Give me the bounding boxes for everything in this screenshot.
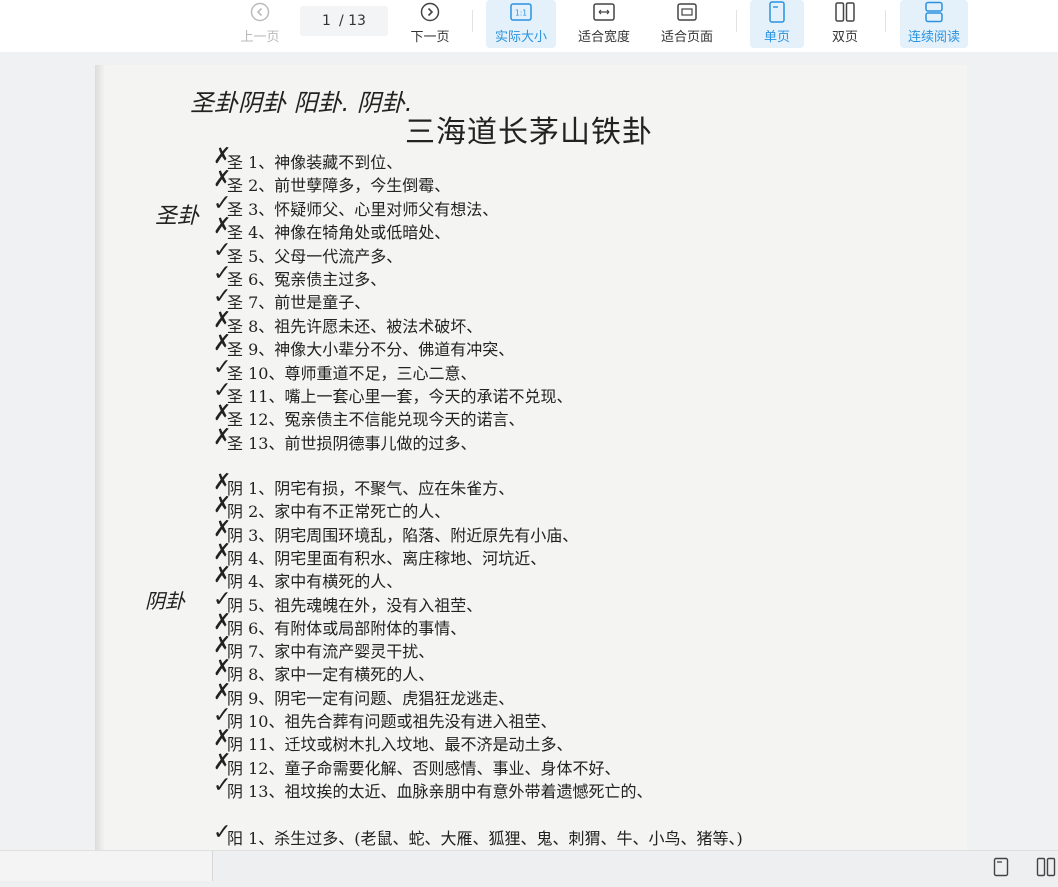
list-item-text: 阴 12、童子命需要化解、否则感情、事业、身体不好、: [227, 758, 621, 778]
list-item-text: 圣 6、冤亲债主过多、: [227, 270, 387, 289]
list-item-text: 阴 10、祖先合葬有问题或祖先没有进入祖茔、: [227, 712, 557, 731]
list-item-text: 圣 10、尊师重道不足，三心二意、: [227, 363, 477, 383]
page-indicator[interactable]: 1 / 13: [300, 6, 388, 36]
fit-width-button[interactable]: 适合宽度: [570, 0, 638, 48]
prev-page-label: 上一页: [240, 30, 280, 45]
page-total: / 13: [338, 13, 366, 29]
continuous-read-button[interactable]: 连续阅读: [900, 0, 968, 48]
document-title: 三海道长茅山铁卦: [405, 115, 653, 150]
list-item-text: 阴 4、阴宅里面有积水、离庄稼地、河坑近、: [227, 548, 547, 568]
single-page-label: 单页: [763, 30, 790, 45]
double-page-view-icon[interactable]: [1036, 857, 1056, 877]
bottom-left-panel: [0, 851, 213, 881]
fit-width-icon: [593, 1, 615, 23]
next-page-button[interactable]: 下一页: [406, 0, 454, 48]
list-item-text: 圣 4、神像在犄角处或低暗处、: [227, 223, 451, 243]
list-item-text: 阴 9、阴宅一定有问题、虎猖狂龙逃走、: [227, 688, 515, 708]
list-item-text: 阴 4、家中有横死的人、: [227, 572, 403, 592]
toolbar-separator: [885, 10, 886, 32]
document-page: 圣卦阴卦 阳卦. 阴卦. 三海道长茅山铁卦 圣卦 阴卦 ✗ 圣 1、神像装藏不到位…: [95, 65, 967, 850]
chevron-left-circle-icon: [250, 1, 270, 23]
list-item-text: 阴 2、家中有不正常死亡的人、: [227, 502, 451, 522]
list-item-text: 阴 1、阴宅有损，不聚气、应在朱雀方、: [227, 479, 515, 498]
list-item-text: 阴 6、有附体或局部附体的事情、: [227, 618, 467, 638]
toolbar-separator: [472, 10, 473, 32]
continuous-read-icon: [923, 1, 945, 23]
double-page-icon: [834, 1, 856, 23]
single-page-button[interactable]: 单页: [750, 0, 804, 48]
list-item-text: 圣 11、嘴上一套心里一套，今天的承诺不兑现、: [227, 387, 573, 406]
chevron-right-circle-icon: [420, 1, 440, 23]
list-item-text: 圣 9、神像大小辈分不分、佛道有冲突、: [227, 340, 515, 360]
handwritten-note-left-2: 阴卦: [145, 589, 185, 613]
toolbar: 上一页 1 / 13 下一页 1:1 实际大小 适合宽度 适合页面 单页 双页 …: [0, 0, 1058, 52]
list-item-text: 阴 13、祖坟挨的太近、血脉亲朋中有意外带着遗憾死亡的、: [227, 781, 653, 801]
double-page-button[interactable]: 双页: [818, 0, 872, 48]
list-item-text: 圣 2、前世孽障多，今生倒霉、: [227, 176, 451, 196]
prev-page-button[interactable]: 上一页: [236, 0, 284, 48]
page-current[interactable]: 1: [322, 13, 331, 29]
list-item-text: 圣 5、父母一代流产多、: [227, 246, 403, 266]
handwritten-note-top: 圣卦阴卦 阳卦. 阴卦.: [190, 89, 413, 117]
handwritten-note-left-1: 圣卦: [155, 204, 200, 229]
list-item-text: 圣 7、前世是童子、: [227, 293, 371, 313]
list-item-text: 阳 1、杀生过多、(老鼠、蛇、大雁、狐狸、鬼、刺猬、牛、小鸟、猪等、): [227, 829, 743, 848]
single-page-view-icon[interactable]: [991, 857, 1011, 877]
continuous-read-label: 连续阅读: [907, 30, 960, 45]
single-page-icon: [768, 1, 786, 23]
list-item-text: 圣 1、神像装藏不到位、: [227, 153, 403, 172]
fit-page-label: 适合页面: [660, 30, 713, 45]
list-item-text: 圣 8、祖先许愿未还、被法术破坏、: [227, 316, 483, 336]
fit-page-button[interactable]: 适合页面: [653, 0, 721, 48]
fit-width-label: 适合宽度: [577, 30, 630, 45]
double-page-label: 双页: [831, 30, 858, 45]
list-item-text: 阴 7、家中有流产婴灵干扰、: [227, 642, 435, 662]
actual-size-label: 实际大小: [494, 30, 547, 45]
list-item-text: 圣 13、前世损阴德事儿做的过多、: [227, 433, 477, 453]
next-page-label: 下一页: [410, 30, 450, 45]
actual-size-icon: 1:1: [510, 1, 532, 23]
list-item-text: 阴 5、祖先魂魄在外，没有入祖茔、: [227, 595, 483, 615]
list-item-text: 圣 3、怀疑师父、心里对师父有想法、: [227, 199, 499, 219]
bottom-status-bar: [0, 850, 1058, 887]
list-item-text: 圣 12、冤亲债主不信能兑现今天的诺言、: [227, 410, 525, 430]
document-viewer[interactable]: 圣卦阴卦 阳卦. 阴卦. 三海道长茅山铁卦 圣卦 阴卦 ✗ 圣 1、神像装藏不到位…: [0, 52, 1058, 850]
list-item-text: 阴 8、家中一定有横死的人、: [227, 665, 435, 685]
toolbar-separator: [736, 10, 737, 32]
list-item-text: 阴 3、阴宅周围环境乱，陷落、附近原先有小庙、: [227, 525, 579, 545]
list-item-text: 阴 11、迁坟或树木扎入坟地、最不济是动土多、: [227, 735, 573, 755]
actual-size-button[interactable]: 1:1 实际大小: [486, 0, 556, 48]
fit-page-icon: [676, 1, 698, 23]
svg-text:1:1: 1:1: [515, 9, 527, 18]
